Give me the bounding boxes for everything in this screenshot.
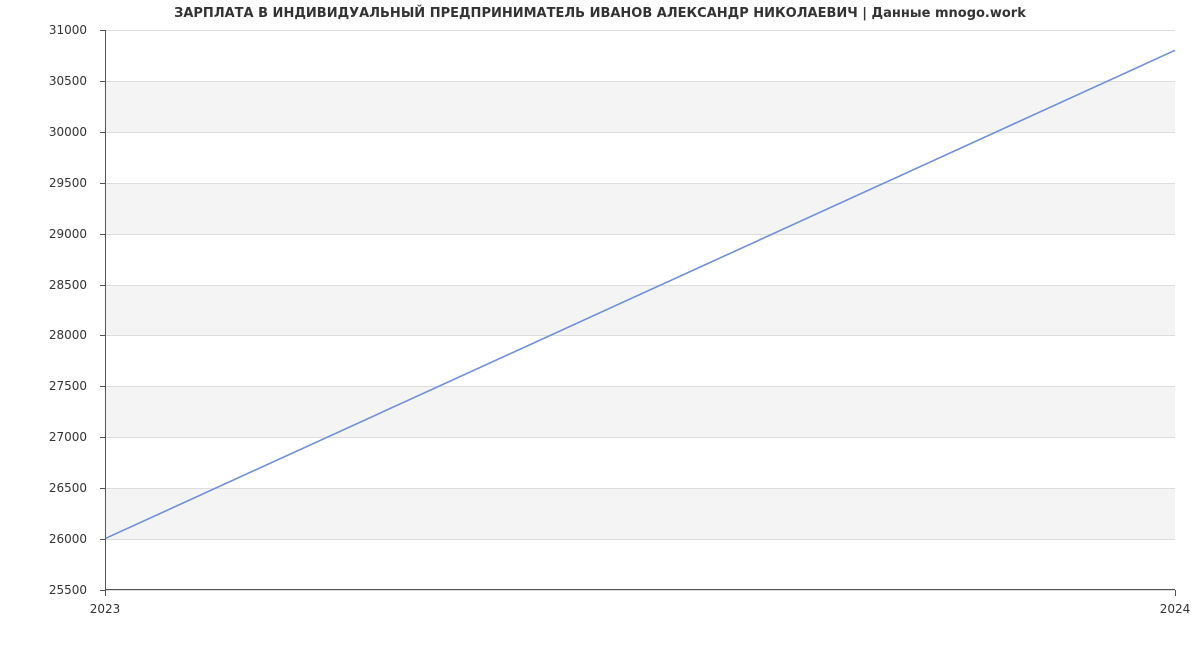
y-tick-label: 29500 (49, 176, 87, 190)
y-tick-label: 30500 (49, 74, 87, 88)
y-tick-label: 26000 (49, 532, 87, 546)
y-tick-label: 26500 (49, 481, 87, 495)
y-tick-label: 30000 (49, 125, 87, 139)
y-tick-label: 28000 (49, 328, 87, 342)
plot-area (105, 30, 1175, 590)
x-tick-mark (105, 590, 106, 596)
y-tick-label: 25500 (49, 583, 87, 597)
data-line (106, 30, 1175, 589)
x-tick-label: 2023 (90, 602, 121, 616)
y-tick-label: 29000 (49, 227, 87, 241)
y-axis: 2550026000265002700027500280002850029000… (0, 30, 105, 590)
y-tick-label: 27000 (49, 430, 87, 444)
salary-chart: ЗАРПЛАТА В ИНДИВИДУАЛЬНЫЙ ПРЕДПРИНИМАТЕЛ… (0, 0, 1200, 650)
y-tick-label: 31000 (49, 23, 87, 37)
y-tick-label: 28500 (49, 278, 87, 292)
chart-title: ЗАРПЛАТА В ИНДИВИДУАЛЬНЫЙ ПРЕДПРИНИМАТЕЛ… (0, 6, 1200, 21)
series-line (106, 50, 1175, 538)
x-axis: 20232024 (105, 590, 1175, 630)
x-tick-mark (1175, 590, 1176, 596)
y-tick-label: 27500 (49, 379, 87, 393)
x-tick-label: 2024 (1160, 602, 1191, 616)
